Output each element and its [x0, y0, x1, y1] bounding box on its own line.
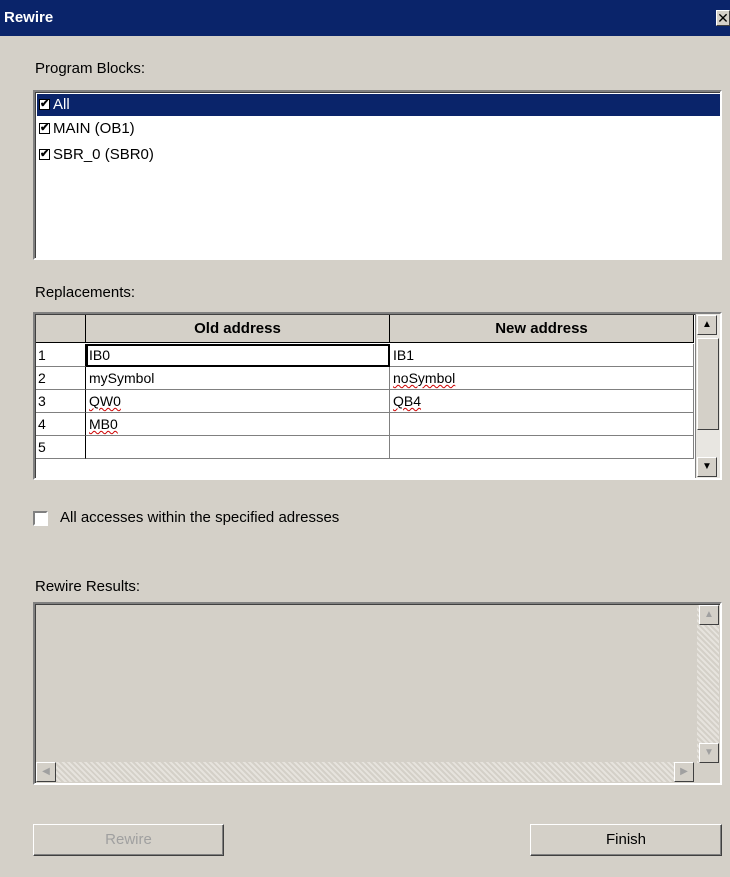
- row-number: 5: [36, 436, 86, 459]
- scroll-right-icon[interactable]: ▶: [674, 762, 694, 782]
- new-address-cell[interactable]: QB4: [390, 390, 694, 413]
- check-icon[interactable]: ✔: [39, 123, 50, 134]
- title-bar: Rewire ✕: [0, 0, 730, 36]
- column-header-new-address[interactable]: New address: [390, 315, 694, 343]
- program-block-sbr0[interactable]: ✔ SBR_0 (SBR0): [37, 144, 720, 166]
- old-address-value: MB0: [89, 416, 118, 432]
- old-address-value: QW0: [89, 393, 121, 409]
- program-blocks-label: Program Blocks:: [35, 60, 146, 77]
- old-address-cell[interactable]: IB0: [86, 344, 390, 367]
- check-icon[interactable]: ✔: [39, 99, 50, 110]
- replacements-label: Replacements:: [35, 284, 136, 301]
- scroll-thumb[interactable]: [697, 338, 719, 430]
- row-number: 4: [36, 413, 86, 436]
- old-address-cell[interactable]: QW0: [86, 390, 390, 413]
- rewire-results-box[interactable]: ▲ ▼ ◀ ▶: [33, 602, 722, 785]
- new-address-value: noSymbol: [393, 370, 456, 386]
- old-address-cell[interactable]: MB0: [86, 413, 390, 436]
- program-block-label: All: [53, 96, 70, 113]
- program-blocks-list[interactable]: ✔ All ✔ MAIN (OB1) ✔ SBR_0 (SBR0): [33, 90, 722, 260]
- rewire-results-label: Rewire Results:: [35, 578, 141, 595]
- scroll-left-icon[interactable]: ◀: [36, 762, 56, 782]
- results-horizontal-scrollbar[interactable]: ◀ ▶: [36, 762, 694, 782]
- program-block-main[interactable]: ✔ MAIN (OB1): [37, 118, 720, 140]
- new-address-cell[interactable]: [390, 436, 694, 459]
- results-vertical-scrollbar[interactable]: ▲ ▼: [697, 605, 719, 763]
- program-block-label: SBR_0 (SBR0): [53, 146, 154, 163]
- scroll-up-icon[interactable]: ▲: [697, 315, 717, 335]
- scroll-down-icon[interactable]: ▼: [697, 457, 717, 477]
- new-address-cell[interactable]: IB1: [390, 344, 694, 367]
- all-accesses-checkbox[interactable]: [33, 511, 48, 526]
- program-block-label: MAIN (OB1): [53, 120, 135, 137]
- grid-vertical-scrollbar[interactable]: ▲ ▼: [695, 314, 720, 478]
- all-accesses-label: All accesses within the specified adress…: [60, 509, 340, 526]
- replacements-grid[interactable]: Old address New address 1 IB0 IB1 2 mySy…: [33, 312, 722, 480]
- close-icon[interactable]: ✕: [716, 10, 730, 26]
- rewire-button[interactable]: Rewire: [33, 824, 224, 856]
- new-address-value: QB4: [393, 393, 422, 409]
- finish-button[interactable]: Finish: [530, 824, 722, 856]
- program-block-all[interactable]: ✔ All: [37, 94, 720, 116]
- row-number: 3: [36, 390, 86, 413]
- scroll-down-icon[interactable]: ▼: [699, 743, 719, 763]
- check-icon[interactable]: ✔: [39, 149, 50, 160]
- old-address-cell[interactable]: mySymbol: [86, 367, 390, 390]
- new-address-cell[interactable]: noSymbol: [390, 367, 694, 390]
- column-header-old-address[interactable]: Old address: [86, 315, 390, 343]
- old-address-cell[interactable]: [86, 436, 390, 459]
- new-address-cell[interactable]: [390, 413, 694, 436]
- scroll-up-icon[interactable]: ▲: [699, 605, 719, 625]
- row-number: 1: [36, 344, 86, 367]
- row-number-header: [36, 315, 86, 343]
- row-number: 2: [36, 367, 86, 390]
- window-title: Rewire: [4, 9, 54, 26]
